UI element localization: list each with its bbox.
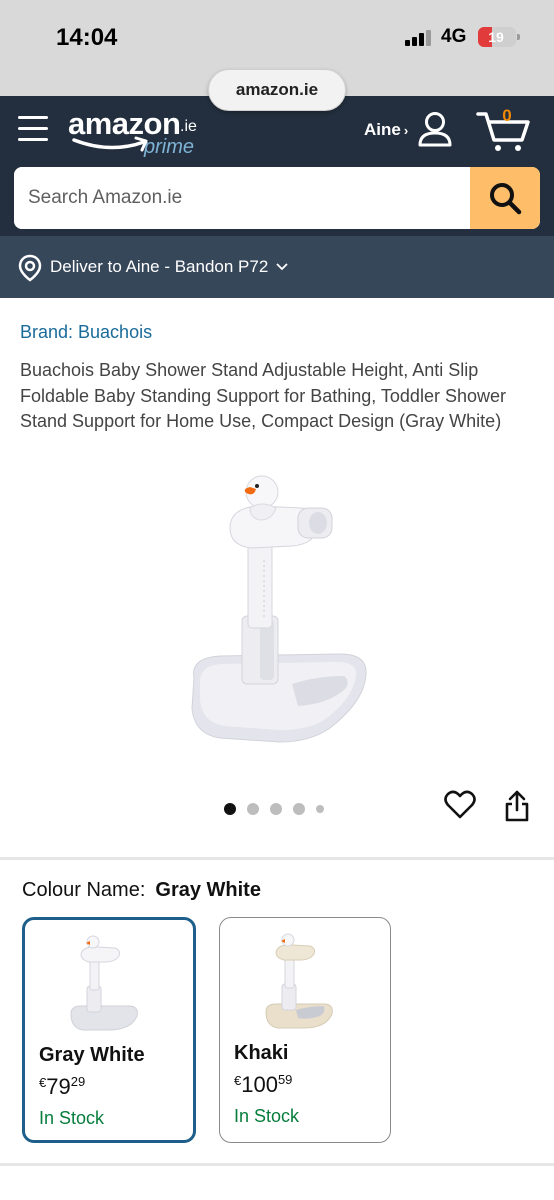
section-divider <box>0 1163 554 1166</box>
colour-option-gray-white[interactable]: Gray White €7929 In Stock <box>22 917 196 1143</box>
smile-arrow-icon <box>72 136 148 152</box>
carousel-dot[interactable] <box>270 802 282 815</box>
carousel-dot[interactable] <box>247 802 259 815</box>
battery-icon: 19 <box>478 27 520 47</box>
option-name: Khaki <box>234 1042 289 1064</box>
signal-icon <box>405 30 433 46</box>
search-icon <box>490 183 522 215</box>
colour-option-khaki[interactable]: Khaki €10059 In Stock <box>219 917 391 1143</box>
logo-tld: .ie <box>180 118 197 135</box>
option-stock: In Stock <box>39 1108 105 1128</box>
search-bar <box>14 167 540 229</box>
menu-icon[interactable] <box>18 116 48 142</box>
product-title: Buachois Baby Shower Stand Adjustable He… <box>20 360 506 431</box>
amazon-logo[interactable]: amazon .ie prime <box>68 106 208 160</box>
cart-count: 0 <box>502 106 512 125</box>
network-label: 4G <box>441 26 467 47</box>
carousel-dot[interactable] <box>224 802 236 815</box>
colour-selected: Gray White <box>155 879 261 901</box>
option-price: €7929 <box>39 1074 86 1099</box>
product-image[interactable] <box>180 468 380 758</box>
share-icon[interactable] <box>504 790 530 822</box>
status-time: 14:04 <box>56 24 118 51</box>
account-link[interactable]: Aine › <box>364 120 408 140</box>
location-pin-icon <box>18 254 42 282</box>
carousel-dot[interactable] <box>293 802 305 815</box>
brand-link[interactable]: Brand: Buachois <box>20 322 152 343</box>
user-icon[interactable] <box>416 110 454 148</box>
image-carousel-dots[interactable] <box>224 800 335 815</box>
search-input[interactable] <box>14 167 470 229</box>
heart-icon[interactable] <box>444 790 476 820</box>
search-button[interactable] <box>470 167 540 229</box>
top-nav: amazon .ie prime Aine › 0 <box>0 96 554 236</box>
colour-label: Colour Name: <box>22 879 146 901</box>
delivery-bar[interactable]: Deliver to Aine - Bandon P72 <box>0 236 554 298</box>
section-divider <box>0 857 554 860</box>
option-name: Gray White <box>39 1044 145 1066</box>
colour-label-row: Colour Name: Gray White <box>22 879 261 902</box>
option-stock: In Stock <box>234 1106 300 1126</box>
swatch-thumbnail <box>265 933 333 1029</box>
battery-level: 19 <box>488 29 504 45</box>
carousel-dot[interactable] <box>316 804 324 813</box>
chevron-down-icon <box>276 263 288 271</box>
option-price: €10059 <box>234 1072 293 1097</box>
swatch-thumbnail <box>70 935 138 1031</box>
account-name: Aine <box>364 120 401 139</box>
delivery-text: Deliver to Aine - Bandon P72 <box>50 257 269 276</box>
url-bar[interactable]: amazon.ie <box>208 69 346 111</box>
